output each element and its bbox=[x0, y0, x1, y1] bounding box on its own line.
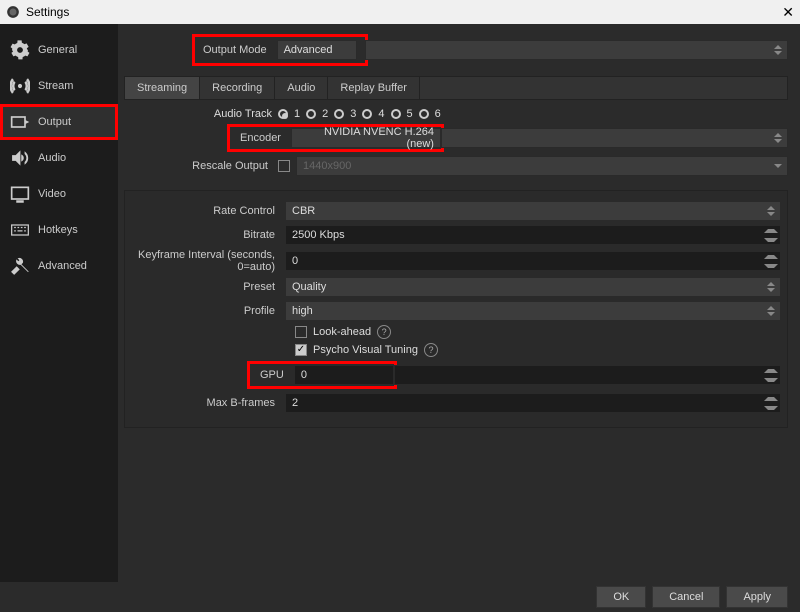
keyframe-label: Keyframe Interval (seconds, 0=auto) bbox=[131, 249, 285, 273]
sidebar-item-hotkeys[interactable]: Hotkeys bbox=[0, 212, 118, 248]
window-title: Settings bbox=[26, 5, 782, 19]
max-bframes-label: Max B-frames bbox=[131, 397, 285, 409]
sidebar-item-output[interactable]: Output bbox=[0, 104, 118, 140]
gpu-input[interactable]: 0 bbox=[294, 365, 394, 385]
sidebar-item-label: Video bbox=[38, 188, 66, 200]
rate-control-label: Rate Control bbox=[131, 205, 285, 217]
bitrate-input[interactable]: 2500 Kbps bbox=[285, 225, 781, 245]
keyframe-input[interactable]: 0 bbox=[285, 251, 781, 271]
gpu-input-full[interactable] bbox=[394, 365, 781, 385]
sidebar-item-label: Audio bbox=[38, 152, 66, 164]
tab-replay-buffer[interactable]: Replay Buffer bbox=[328, 77, 419, 99]
audio-track-radio-1[interactable] bbox=[278, 109, 288, 119]
tab-audio[interactable]: Audio bbox=[275, 77, 328, 99]
sidebar-item-label: Output bbox=[38, 116, 71, 128]
gear-icon bbox=[10, 40, 30, 60]
rescale-label: Rescale Output bbox=[124, 160, 278, 172]
rescale-select: 1440x900 bbox=[296, 156, 788, 176]
encoder-select[interactable]: NVIDIA NVENC H.264 (new) bbox=[291, 128, 441, 148]
sidebar-item-label: Stream bbox=[38, 80, 73, 92]
psycho-checkbox[interactable] bbox=[295, 344, 307, 356]
sidebar-item-general[interactable]: General bbox=[0, 32, 118, 68]
close-icon[interactable]: ✕ bbox=[782, 4, 794, 21]
sidebar-item-label: Advanced bbox=[38, 260, 87, 272]
sidebar-item-advanced[interactable]: Advanced bbox=[0, 248, 118, 284]
profile-select[interactable]: high bbox=[285, 301, 781, 321]
audio-track-radio-4[interactable] bbox=[362, 109, 372, 119]
profile-label: Profile bbox=[131, 305, 285, 317]
dialog-footer: OK Cancel Apply bbox=[0, 582, 800, 612]
subtabs: Streaming Recording Audio Replay Buffer bbox=[124, 76, 788, 100]
bitrate-label: Bitrate bbox=[131, 229, 285, 241]
keyboard-icon bbox=[10, 220, 30, 240]
sidebar-item-stream[interactable]: Stream bbox=[0, 68, 118, 104]
speaker-icon bbox=[10, 148, 30, 168]
preset-select[interactable]: Quality bbox=[285, 277, 781, 297]
sidebar: General Stream Output Audio Video Hotkey… bbox=[0, 24, 118, 582]
preset-label: Preset bbox=[131, 281, 285, 293]
output-icon bbox=[10, 112, 30, 132]
help-icon[interactable]: ? bbox=[424, 343, 438, 357]
encoder-settings-panel: Rate Control CBR Bitrate 2500 Kbps Keyfr… bbox=[124, 190, 788, 428]
encoder-select-full[interactable] bbox=[441, 128, 788, 148]
sidebar-item-audio[interactable]: Audio bbox=[0, 140, 118, 176]
audio-track-radio-2[interactable] bbox=[306, 109, 316, 119]
rescale-checkbox[interactable] bbox=[278, 160, 290, 172]
tab-streaming[interactable]: Streaming bbox=[125, 77, 200, 99]
encoder-label: Encoder bbox=[230, 132, 291, 144]
tools-icon bbox=[10, 256, 30, 276]
output-mode-label: Output Mode bbox=[203, 44, 267, 56]
ok-button[interactable]: OK bbox=[596, 586, 646, 608]
sidebar-item-label: General bbox=[38, 44, 77, 56]
tab-recording[interactable]: Recording bbox=[200, 77, 275, 99]
audio-track-label: Audio Track bbox=[198, 108, 272, 120]
apply-button[interactable]: Apply bbox=[726, 586, 788, 608]
audio-track-radio-6[interactable] bbox=[419, 109, 429, 119]
sidebar-item-video[interactable]: Video bbox=[0, 176, 118, 212]
sidebar-item-label: Hotkeys bbox=[38, 224, 78, 236]
cancel-button[interactable]: Cancel bbox=[652, 586, 720, 608]
lookahead-checkbox[interactable] bbox=[295, 326, 307, 338]
rate-control-select[interactable]: CBR bbox=[285, 201, 781, 221]
audio-track-radio-5[interactable] bbox=[391, 109, 401, 119]
antenna-icon bbox=[10, 76, 30, 96]
max-bframes-input[interactable]: 2 bbox=[285, 393, 781, 413]
output-mode-select-full[interactable] bbox=[365, 40, 788, 60]
lookahead-label: Look-ahead bbox=[313, 326, 371, 338]
monitor-icon bbox=[10, 184, 30, 204]
audio-track-radio-3[interactable] bbox=[334, 109, 344, 119]
psycho-label: Psycho Visual Tuning bbox=[313, 344, 418, 356]
title-bar: Settings ✕ bbox=[0, 0, 800, 24]
gpu-label: GPU bbox=[250, 369, 294, 381]
help-icon[interactable]: ? bbox=[377, 325, 391, 339]
app-logo-icon bbox=[6, 5, 20, 19]
output-mode-select[interactable]: Advanced bbox=[277, 40, 357, 60]
